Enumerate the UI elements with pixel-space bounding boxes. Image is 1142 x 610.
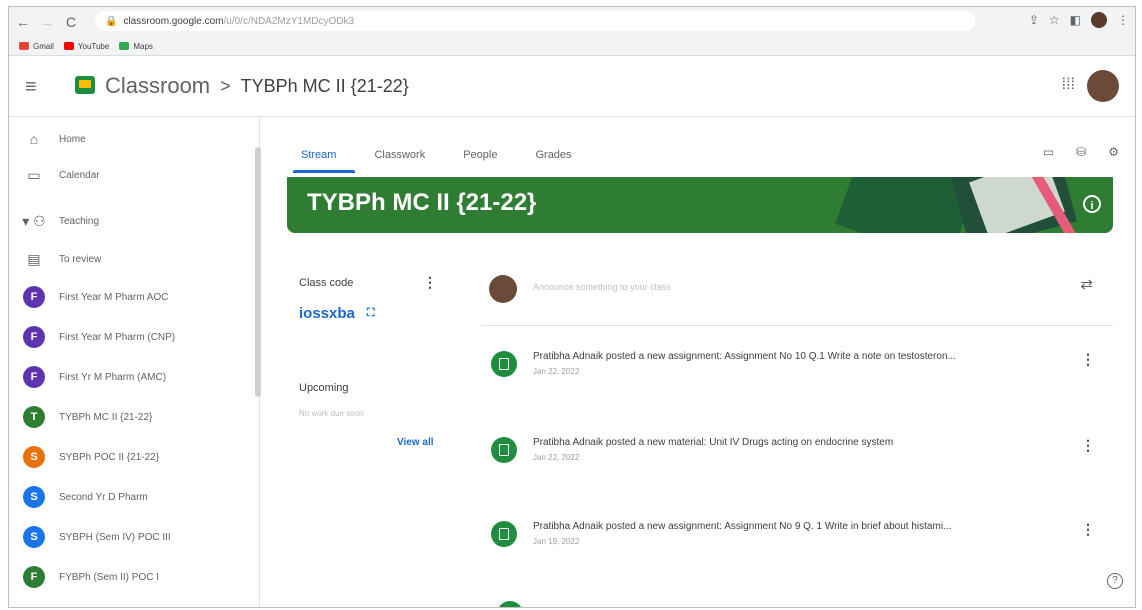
sidebar-class-item[interactable]: F First Year M Pharm AOC [9,279,168,315]
post-more-icon[interactable]: ⋮ [1081,351,1095,368]
breadcrumb: Classroom > TYBPh MC II {21-22} [105,73,409,99]
app-header: ≡ Classroom > TYBPh MC II {21-22} ⁞⁞⁞ [9,56,1135,117]
home-icon: ⌂ [29,131,39,147]
calendar-icon: ▭ [27,166,41,183]
bookmark-gmail[interactable]: Gmail [19,42,54,51]
star-icon[interactable]: ☆ [1049,13,1060,27]
info-icon[interactable]: i [1083,195,1101,213]
lock-icon: 🔒 [105,15,118,27]
browser-toolbar: ← → C 🔒 classroom.google.com /u/0/c/NDA2… [9,7,1135,37]
account-avatar[interactable] [1087,70,1119,102]
sidebar-scrollbar[interactable] [255,147,261,397]
sidebar-class-item[interactable]: F FYBPh (Sem II) POC I [9,559,159,595]
tab-stream[interactable]: Stream [301,149,336,161]
sidebar: ⌂ Home ▭ Calendar ▾ ⚇ Teaching ▤ To revi… [9,117,260,607]
help-icon[interactable]: ? [1107,573,1123,589]
back-icon[interactable]: ← [13,12,33,32]
class-code-more-icon[interactable]: ⋮ [423,274,437,291]
share-icon[interactable]: ⇪ [1029,13,1039,27]
bookmark-maps[interactable]: Maps [119,42,153,51]
post-more-icon[interactable]: ⋮ [1081,521,1095,538]
google-apps-icon[interactable]: ⁞⁞⁞ [1062,76,1075,94]
upcoming-label: Upcoming [299,382,349,394]
announce-placeholder: Announce something to your class [533,282,671,292]
post-text: Pratibha Adnaik posted a new assignment:… [533,521,952,532]
assignment-icon [491,521,517,547]
post-more-icon[interactable]: ⋮ [1081,437,1095,454]
sidebar-item-calendar[interactable]: ▭ Calendar [9,157,99,193]
more-icon[interactable]: ⋮ [1117,13,1129,27]
forward-icon[interactable]: → [37,12,57,32]
maps-icon [119,42,130,50]
repost-icon[interactable]: ⇄ [1080,275,1093,293]
upcoming-empty-text: No work due soon [299,409,364,418]
url-path: /u/0/c/NDA2MzY1MDcyODk3 [223,15,355,27]
main-menu-icon[interactable]: ≡ [25,76,37,99]
sidebar-item-teaching[interactable]: ▾ ⚇ Teaching [9,203,99,239]
tab-classwork[interactable]: Classwork [374,149,425,161]
teaching-icon: ▾ ⚇ [22,212,46,229]
view-all-link[interactable]: View all [397,437,434,448]
tab-actions: ▭ ⛁ ⚙ [1043,145,1119,159]
reload-icon[interactable]: C [61,12,81,32]
post-date: Jan 22, 2022 [533,367,580,376]
browser-window: ← → C 🔒 classroom.google.com /u/0/c/NDA2… [8,6,1136,608]
next-post-icon [497,601,523,607]
class-avatar: F [23,326,45,348]
post-text: Pratibha Adnaik posted a new assignment:… [533,351,956,362]
class-avatar: F [23,366,45,388]
class-avatar: S [23,446,45,468]
class-name-link[interactable]: TYBPh MC II {21-22} [241,76,409,97]
announce-box[interactable]: Announce something to your class ⇄ [481,265,1113,326]
fullscreen-icon[interactable]: ⛶ [367,307,375,320]
class-avatar: T [23,406,45,428]
bookmark-youtube[interactable]: YouTube [63,42,109,51]
gmail-icon [19,42,29,50]
class-code-value: iossxba [299,305,355,322]
sidebar-class-item[interactable]: F First Year M Pharm (CNP) [9,319,175,355]
sidebar-class-item[interactable]: S SYBPH (Sem IV) POC III [9,519,171,555]
classroom-logo-icon[interactable] [75,76,95,94]
sidepanel-icon[interactable]: ◧ [1070,13,1081,27]
address-bar[interactable]: 🔒 classroom.google.com /u/0/c/NDA2MzY1MD… [95,11,975,31]
active-tab-indicator [293,170,355,173]
sidebar-item-home[interactable]: ⌂ Home [9,121,86,157]
class-avatar: F [23,286,45,308]
review-icon: ▤ [27,250,41,267]
class-code-label: Class code [299,277,354,289]
profile-avatar[interactable] [1091,12,1107,28]
tab-grades[interactable]: Grades [535,149,571,161]
bookmarks-bar: Gmail YouTube Maps [9,37,1135,56]
class-banner: TYBPh MC II {21-22} i [287,177,1113,233]
sidebar-class-item[interactable]: S SYBPh POC II {21-22} [9,439,159,475]
stream-post[interactable]: Pratibha Adnaik posted a new assignment:… [481,515,1113,565]
youtube-icon [63,42,74,50]
class-tabs: Stream Classwork People Grades [301,149,572,161]
browser-actions: ⇪ ☆ ◧ ⋮ [1029,12,1129,28]
app-name-link[interactable]: Classroom [105,73,210,99]
sidebar-item-to-review[interactable]: ▤ To review [9,241,101,277]
post-text: Pratibha Adnaik posted a new material: U… [533,437,894,448]
sidebar-class-item[interactable]: S Second Yr D Pharm [9,479,148,515]
banner-title: TYBPh MC II {21-22} [307,189,537,216]
breadcrumb-separator: > [220,75,231,96]
sidebar-class-item-active[interactable]: T TYBPh MC II {21-22} [9,399,152,435]
post-date: Jan 22, 2022 [533,453,580,462]
sidebar-class-item[interactable]: F First Yr M Pharm (AMC) [9,359,166,395]
material-icon [491,437,517,463]
assignment-icon [491,351,517,377]
class-avatar: S [23,526,45,548]
stream-post[interactable]: Pratibha Adnaik posted a new assignment:… [481,345,1113,395]
class-code: iossxba ⛶ [299,305,375,322]
tab-people[interactable]: People [463,149,497,161]
class-avatar: F [23,566,45,588]
calendar-icon[interactable]: ▭ [1043,145,1054,159]
stream-post[interactable]: Pratibha Adnaik posted a new material: U… [481,431,1113,481]
settings-icon[interactable]: ⚙ [1108,145,1119,159]
url-host: classroom.google.com [123,15,224,27]
user-avatar [489,275,517,303]
class-avatar: S [23,486,45,508]
post-date: Jan 19, 2022 [533,537,580,546]
drive-folder-icon[interactable]: ⛁ [1076,145,1086,159]
